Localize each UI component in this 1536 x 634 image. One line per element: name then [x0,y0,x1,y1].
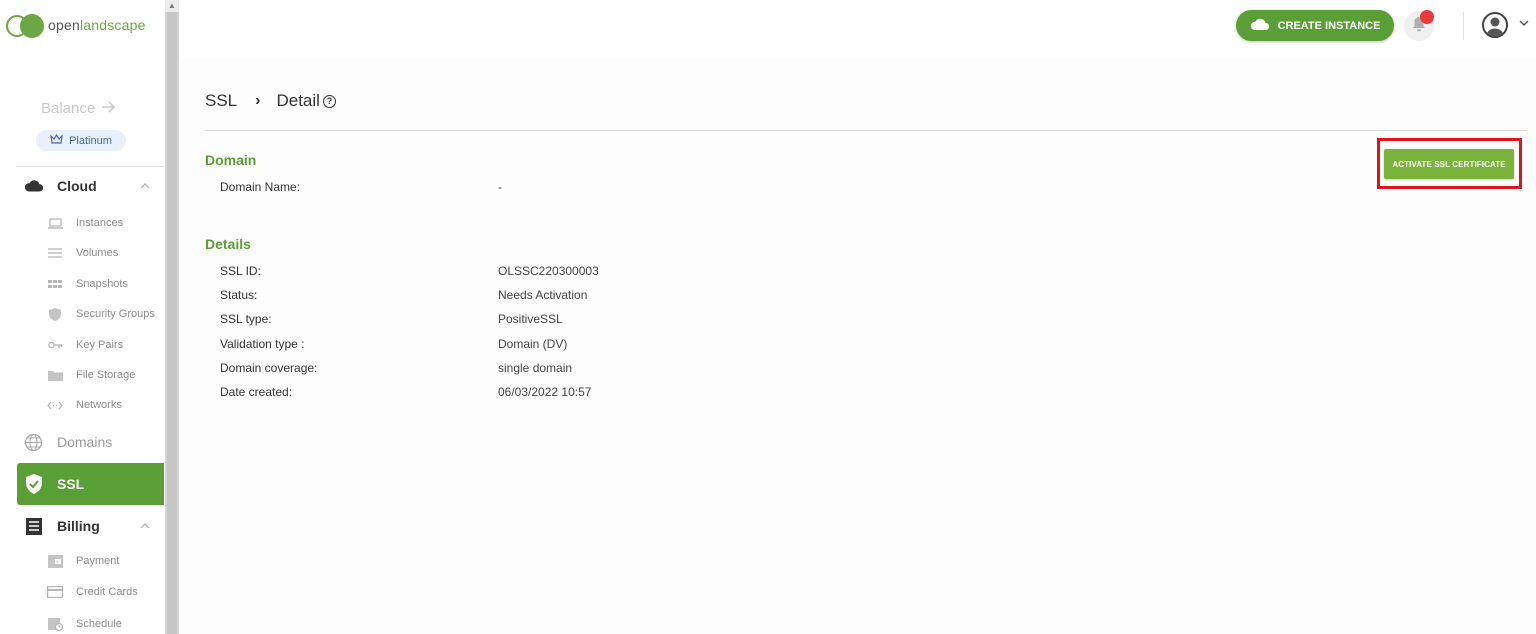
status-label: Status: [220,288,258,302]
sidebar-item-label: Networks [76,399,122,411]
sidebar-item-label: Instances [76,217,124,229]
sidebar: openlandscape Balance Platinum Cloud Ins… [0,0,165,634]
shield-check-icon [25,474,43,499]
ssl-type-label: SSL type: [220,312,272,326]
lines-icon [47,246,63,260]
ssl-id-label: SSL ID: [220,264,261,278]
domain-coverage-value: single domain [498,361,573,375]
sidebar-item-volumes[interactable]: Volumes [0,242,165,264]
sidebar-item-ssl[interactable]: SSL [17,463,164,505]
sidebar-item-networks[interactable]: Networks [0,394,165,416]
tier-badge: Platinum [36,130,126,151]
create-instance-button[interactable]: CREATE INSTANCE [1236,10,1394,41]
sidebar-item-instances[interactable]: Instances [0,212,165,234]
sidebar-item-label: Volumes [76,247,119,259]
scrollbar-thumb[interactable] [167,12,177,634]
card-icon [47,585,63,599]
logo-mark-icon [6,12,46,38]
topbar-divider [1463,12,1464,40]
breadcrumb-root-link[interactable]: SSL [205,91,237,111]
calendar-icon [47,617,63,631]
balance-label: Balance [41,100,96,117]
breadcrumb: SSL › Detail ? [205,91,336,111]
key-icon [47,338,63,352]
sidebar-item-label: Payment [76,555,120,567]
domain-section-title: Domain [205,152,257,168]
shield-icon [47,307,63,321]
sidebar-item-label: Domains [57,434,113,450]
help-icon[interactable]: ? [322,94,336,108]
sidebar-item-label: Credit Cards [76,586,138,598]
validation-type-label: Validation type : [220,337,305,351]
sidebar-item-snapshots[interactable]: Snapshots [0,273,165,295]
cloud-icon [1250,18,1270,34]
sidebar-item-payment[interactable]: Payment [0,550,165,572]
chevron-up-icon[interactable] [140,520,150,532]
sidebar-item-label: File Storage [76,369,136,381]
sidebar-group-label: Billing [57,518,100,534]
logo-text: openlandscape [48,17,146,33]
header-divider [205,130,1527,131]
details-section-title: Details [205,236,251,252]
crown-icon [50,133,63,147]
ssl-type-value: PositiveSSL [498,312,563,326]
avatar[interactable] [1482,12,1508,38]
app-root: openlandscape Balance Platinum Cloud Ins… [0,0,1536,634]
sidebar-group-label: Cloud [57,178,97,194]
date-created-label: Date created: [220,385,293,399]
sidebar-item-credit-cards[interactable]: Credit Cards [0,581,165,603]
code-arrows-icon [47,398,63,412]
main-content: SSL › Detail ? Domain Domain Name: - Det… [179,58,1536,634]
sidebar-item-label: Schedule [76,618,122,630]
sidebar-item-label: Key Pairs [76,339,124,351]
tier-label: Platinum [69,134,112,147]
domain-coverage-label: Domain coverage: [220,361,318,375]
sidebar-group-billing[interactable]: Billing [0,511,165,541]
sidebar-item-file-storage[interactable]: File Storage [0,364,165,386]
sidebar-item-label: SSL [57,476,85,492]
grid-icon [47,277,63,291]
billing-list-icon [24,516,44,536]
date-created-value: 06/03/2022 10:57 [498,385,592,399]
sidebar-item-label: Snapshots [76,278,128,290]
sidebar-item-security-groups[interactable]: Security Groups [0,303,165,325]
status-value: Needs Activation [498,288,588,302]
sidebar-scrollbar[interactable]: ▲ [165,0,179,634]
globe-icon [24,433,43,457]
sidebar-item-key-pairs[interactable]: Key Pairs [0,334,165,356]
chevron-up-icon[interactable] [140,180,150,192]
folder-icon [47,368,63,382]
notification-badge [1420,10,1434,24]
breadcrumb-current: Detail [276,91,320,110]
chevron-down-icon[interactable] [1519,15,1529,29]
sidebar-divider [16,166,164,167]
scroll-up-icon[interactable]: ▲ [165,0,179,12]
ssl-id-value: OLSSC220300003 [498,264,599,278]
domain-name-label: Domain Name: [220,180,301,194]
laptop-icon [47,216,63,230]
sidebar-item-label: Security Groups [76,308,155,320]
create-instance-label: CREATE INSTANCE [1277,19,1381,32]
activate-ssl-certificate-button[interactable]: ACTIVATE SSL CERTIFICATE [1384,149,1514,179]
sidebar-item-schedule[interactable]: Schedule [0,613,165,634]
breadcrumb-separator-icon: › [255,92,261,109]
cloud-icon [24,176,44,196]
balance-link[interactable]: Balance [41,100,117,117]
arrow-right-icon [101,100,117,117]
top-bar: CREATE INSTANCE [179,0,1536,58]
sidebar-item-domains[interactable]: Domains [0,430,165,456]
sidebar-group-cloud[interactable]: Cloud [0,171,165,201]
highlight-box: ACTIVATE SSL CERTIFICATE [1377,138,1522,189]
validation-type-value: Domain (DV) [498,337,568,351]
wallet-icon [47,554,63,568]
domain-name-value: - [498,180,502,194]
brand-logo[interactable]: openlandscape [6,12,146,38]
